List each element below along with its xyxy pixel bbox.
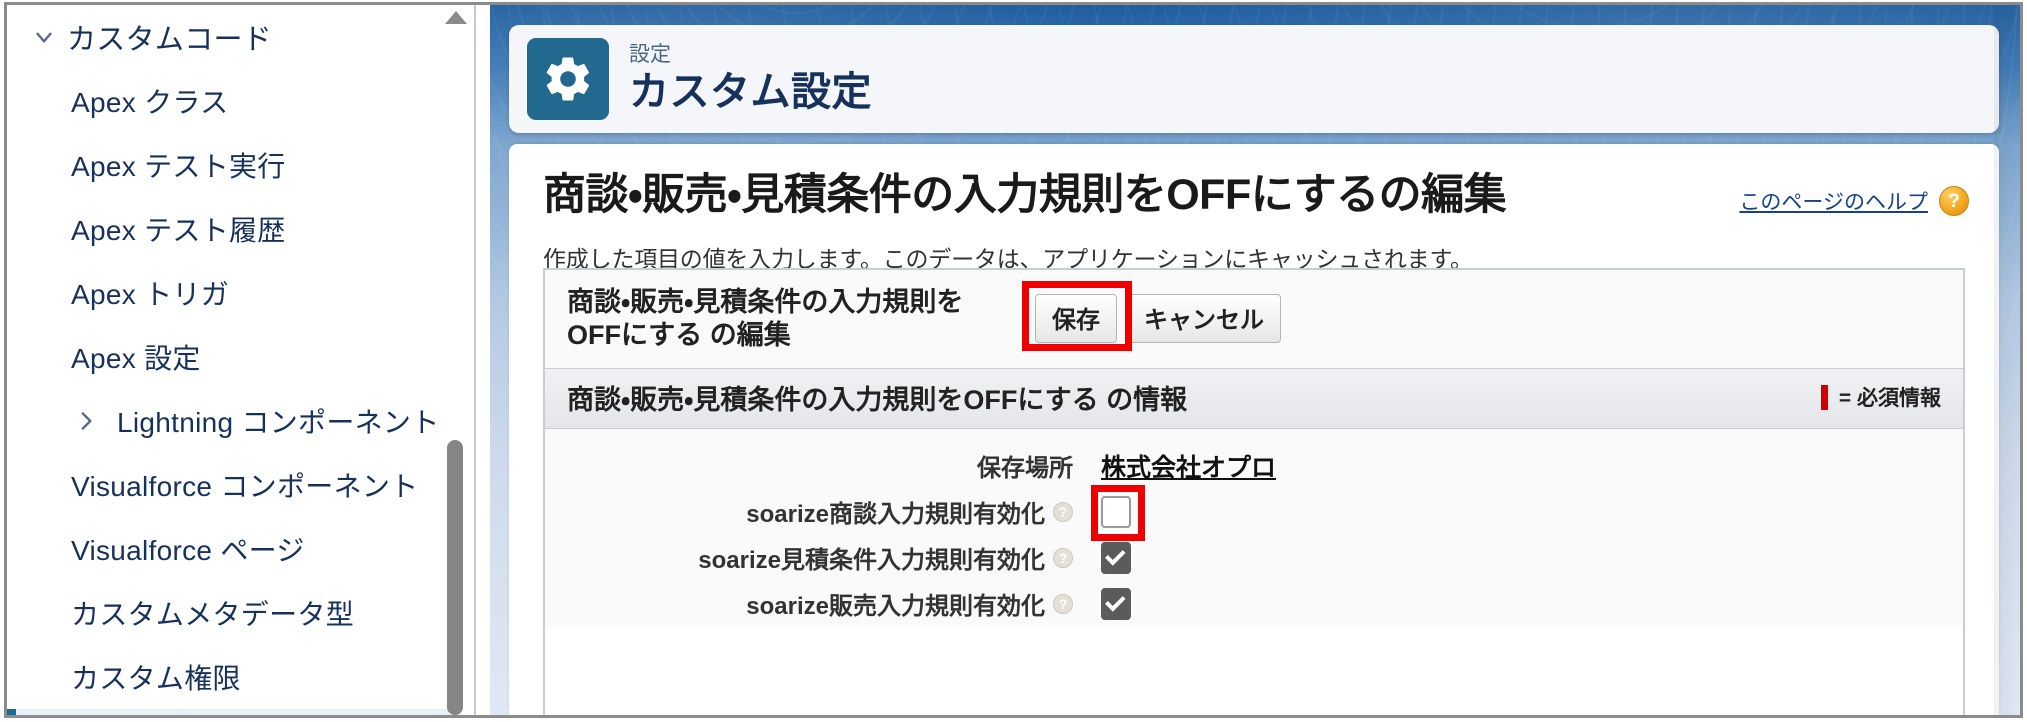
browser-frame: カスタムコード Apex クラス Apex テスト実行 Apex テスト履歴 Apex … <box>4 2 2023 718</box>
info-help-icon[interactable]: ? <box>1053 547 1073 568</box>
sidebar-item-label: Apex テスト実行 <box>71 151 286 182</box>
sidebar-item-3[interactable]: Apex テスト履歴 <box>7 197 462 261</box>
sidebar-item-11[interactable]: カスタム設定 <box>7 709 462 715</box>
sidebar-item-7[interactable]: Visualforce コンポーネント <box>7 453 462 517</box>
checkbox-3[interactable] <box>1101 587 1131 620</box>
edit-form-box: 商談・販売・見積条件の入力規則をOFFにする の編集 保存 キャンセル 商談・販… <box>543 268 1965 715</box>
checkbox-1[interactable] <box>1101 495 1131 528</box>
required-marker-icon <box>1820 384 1828 410</box>
field-label: 保存場所 <box>545 448 1073 483</box>
field-value <box>1091 484 1145 541</box>
info-help-icon[interactable]: ? <box>1053 593 1073 614</box>
section-header-bar: 商談・販売・見積条件の入力規則をOFFにする の情報 = 必須情報 <box>545 367 1963 429</box>
sidebar-item-label: Apex クラス <box>71 87 229 118</box>
storage-location-link[interactable]: 株式会社オプロ <box>1101 448 1276 484</box>
info-help-icon[interactable]: ? <box>1053 501 1073 522</box>
cancel-button[interactable]: キャンセル <box>1127 294 1281 344</box>
sidebar-scrollbar[interactable] <box>444 5 468 715</box>
sidebar-item-8[interactable]: Visualforce ページ <box>7 517 462 581</box>
field-value: 株式会社オプロ <box>1101 448 1276 484</box>
sidebar-item-5[interactable]: Apex 設定 <box>7 325 462 389</box>
field-label-text: soarize販売入力規則有効化 <box>746 593 1045 621</box>
sidebar-item-label: Visualforce コンポーネント <box>71 471 419 502</box>
field-value <box>1101 541 1131 574</box>
sidebar-item-label: Apex テスト履歴 <box>71 215 286 246</box>
page-scrollbar[interactable] <box>1994 5 2020 715</box>
section-title: 商談・販売・見積条件の入力規則をOFFにする の情報 <box>567 384 1188 415</box>
setup-eyebrow: 設定 <box>629 42 671 66</box>
field-label: soarize販売入力規則有効化? <box>545 586 1073 621</box>
field-label: soarize見積条件入力規則有効化? <box>545 540 1073 575</box>
field-label-text: soarize見積条件入力規則有効化 <box>698 547 1045 575</box>
field-row: soarize商談入力規則有効化? <box>545 484 1963 541</box>
chevron-right-icon[interactable] <box>63 408 109 434</box>
save-button[interactable]: 保存 <box>1035 294 1117 344</box>
field-label-text: soarize商談入力規則有効化 <box>746 501 1045 529</box>
form-fields: 保存場所 株式会社オプロ soarize商談入力規則有効化? soarize見積条件入… <box>545 428 1963 627</box>
scrollbar-thumb[interactable] <box>447 440 463 715</box>
sidebar-item-label: カスタムコード <box>67 24 273 56</box>
sidebar-item-0[interactable]: カスタムコード <box>7 5 462 69</box>
chevron-down-icon[interactable] <box>21 24 67 50</box>
sidebar-item-9[interactable]: カスタムメタデータ型 <box>7 581 462 645</box>
form-toolbar: 商談・販売・見積条件の入力規則をOFFにする の編集 保存 キャンセル <box>545 270 1963 368</box>
form-toolbar-title: 商談・販売・見積条件の入力規則をOFFにする の編集 <box>567 287 964 350</box>
sidebar-item-label: Visualforce ページ <box>71 535 305 566</box>
sidebar-item-4[interactable]: Apex トリガ <box>7 261 462 325</box>
sidebar-item-label: カスタム権限 <box>71 663 241 694</box>
field-label: soarize商談入力規則有効化? <box>545 494 1073 529</box>
sidebar-item-1[interactable]: Apex クラス <box>7 69 462 133</box>
sidebar-item-label: カスタムメタデータ型 <box>71 599 355 630</box>
setup-header-card: 設定 カスタム設定 <box>509 25 1999 133</box>
setup-title: カスタム設定 <box>629 70 872 115</box>
main-content-area: 設定 カスタム設定 商談・販売・見積条件の入力規則をOFFにするの編集 作成した… <box>490 5 2020 715</box>
sidebar-item-6[interactable]: Lightning コンポーネント <box>7 389 462 453</box>
screenshot-root: カスタムコード Apex クラス Apex テスト実行 Apex テスト履歴 Apex … <box>0 0 2027 722</box>
page-header: 商談・販売・見積条件の入力規則をOFFにするの編集 作成した項目の値を入力します… <box>509 144 1999 274</box>
field-row: 保存場所 株式会社オプロ <box>545 443 1963 489</box>
field-label-text: 保存場所 <box>977 455 1073 483</box>
help-link-label: このページのヘルプ <box>1739 191 1928 214</box>
required-legend: = 必須情報 <box>1820 382 1941 412</box>
scroll-up-arrow-icon[interactable] <box>445 11 467 24</box>
help-question-icon[interactable]: ? <box>1939 186 1969 216</box>
sidebar-item-label: Lightning コンポーネント <box>117 407 440 438</box>
field-value <box>1101 587 1131 620</box>
sidebar-item-10[interactable]: カスタム権限 <box>7 645 462 709</box>
setup-header-text: 設定 カスタム設定 <box>629 43 872 115</box>
sidebar-item-label: Apex 設定 <box>71 343 201 374</box>
gear-icon <box>527 38 609 120</box>
checkbox-2[interactable] <box>1101 541 1131 574</box>
setup-tree-sidebar: カスタムコード Apex クラス Apex テスト実行 Apex テスト履歴 Apex … <box>7 5 490 715</box>
page-help-link[interactable]: このページのヘルプ ? <box>1739 186 1969 216</box>
sidebar-divider <box>474 5 476 715</box>
field-row: soarize見積条件入力規則有効化? <box>545 535 1963 581</box>
sidebar-item-2[interactable]: Apex テスト実行 <box>7 133 462 197</box>
form-action-buttons: 保存 キャンセル <box>1022 281 1281 352</box>
setup-tree-list: カスタムコード Apex クラス Apex テスト実行 Apex テスト履歴 Apex … <box>7 5 462 715</box>
sidebar-item-label: Apex トリガ <box>71 279 229 310</box>
required-legend-label: = 必須情報 <box>1838 387 1941 411</box>
field-row: soarize販売入力規則有効化? <box>545 581 1963 627</box>
content-panel: 商談・販売・見積条件の入力規則をOFFにするの編集 作成した項目の値を入力します… <box>509 144 1999 715</box>
